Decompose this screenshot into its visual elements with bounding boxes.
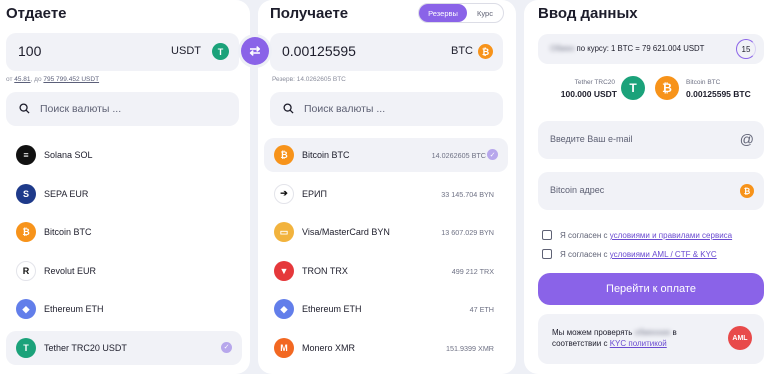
list-item-label: Tether TRC20 USDT	[44, 342, 127, 353]
give-amount-field[interactable]: 100 USDT T	[6, 33, 239, 71]
give-search-placeholder: Поиск валюты ...	[40, 103, 122, 115]
swap-button[interactable]: ⇄	[241, 37, 269, 65]
list-item-reserve: 13 607.029 BYN	[441, 228, 494, 237]
list-item-label: Ethereum ETH	[302, 304, 362, 314]
get-amount-field[interactable]: 0.00125595 BTC ₿	[270, 33, 503, 71]
list-item[interactable]: T Tether TRC20 USDT ✓	[6, 330, 242, 365]
list-item[interactable]: ₿ Bitcoin BTC	[6, 215, 242, 249]
tether-icon: T	[621, 76, 645, 100]
tron-icon: ▼	[274, 260, 294, 281]
pay-button[interactable]: Перейти к оплате	[538, 273, 764, 305]
list-item-reserve: 47 ETH	[469, 305, 494, 314]
to-label: Bitcoin BTC	[686, 79, 721, 86]
give-currency-label: USDT	[171, 45, 201, 57]
list-item[interactable]: R Revolut EUR	[6, 254, 242, 288]
countdown-timer: 15	[736, 39, 756, 59]
give-amount-input[interactable]: 100	[18, 43, 41, 59]
email-placeholder: Введите Ваш e-mail	[550, 134, 633, 144]
rate-text: по курсу: 1 BTC = 79 621.004 USDT	[576, 44, 705, 53]
from-label: Tether TRC20	[574, 79, 615, 86]
list-item-label: Bitcoin BTC	[44, 227, 92, 237]
list-item-label: Solana SOL	[44, 150, 93, 160]
list-item[interactable]: ◆ Ethereum ETH 47 ETH	[264, 292, 508, 326]
give-title: Отдаете	[6, 5, 67, 22]
agree-rules-checkbox[interactable]	[542, 230, 552, 240]
list-item-reserve: 14.0262605 BTC	[431, 151, 486, 160]
rules-link[interactable]: условиями и правилами сервиса	[610, 231, 732, 240]
ethereum-icon: ◆	[274, 299, 294, 319]
bitcoin-icon: ₿	[478, 44, 493, 59]
erip-icon: ➔	[274, 183, 294, 204]
list-item-label: Visa/MasterCard BYN	[302, 227, 390, 237]
form-panel: Ввод данных Обмен по курсу: 1 BTC = 79 6…	[524, 0, 775, 374]
reserves-rate-toggle[interactable]: Резервы Курс	[418, 3, 504, 23]
aml-badge-icon: AML	[728, 326, 752, 350]
list-item[interactable]: ➔ ЕРИП 33 145.704 BYN	[264, 177, 508, 211]
list-item[interactable]: ▭ Visa/MasterCard BYN 13 607.029 BYN	[264, 215, 508, 249]
sepa-icon: S	[16, 183, 36, 204]
list-item-reserve: 151.9399 XMR	[446, 343, 494, 353]
list-item[interactable]: ≡ Solana SOL	[6, 138, 242, 172]
agree-rules-text: Я согласен с условиями и правилами серви…	[560, 231, 733, 240]
list-item[interactable]: ◆ Ethereum ETH	[6, 292, 242, 326]
toggle-reserves[interactable]: Резервы	[419, 4, 467, 22]
toggle-rate[interactable]: Курс	[467, 4, 503, 22]
get-search-placeholder: Поиск валюты ...	[304, 103, 386, 115]
kyc-policy-link[interactable]: KYC политикой	[610, 339, 667, 348]
list-item-label: SEPA EUR	[44, 188, 89, 199]
get-amount-input[interactable]: 0.00125595	[282, 43, 356, 59]
list-item[interactable]: ▼ TRON TRX 499 212 TRX	[264, 254, 508, 288]
email-field[interactable]: Введите Ваш e-mail @	[538, 121, 764, 159]
give-min-link[interactable]: 45.81	[14, 76, 30, 83]
get-search-input[interactable]: Поиск валюты ...	[270, 92, 503, 126]
rate-blurred: Обмен	[550, 44, 575, 53]
get-currency-label: BTC	[451, 45, 473, 57]
agree-aml-text: Я согласен с условиями AML / CTF & KYC	[560, 250, 717, 259]
list-item[interactable]: ₿ Bitcoin BTC 14.0262605 BTC ✓	[264, 138, 508, 172]
to-value: 0.00125595 BTC	[686, 89, 751, 99]
list-item-label: Monero XMR	[302, 342, 356, 353]
monero-icon: M	[274, 337, 294, 358]
kyc-notice: Мы можем проверять обменник в соответств…	[538, 314, 764, 364]
bitcoin-icon: ₿	[655, 76, 679, 100]
swap-arrows-icon: ⇄	[249, 43, 261, 58]
list-item-label: ЕРИП	[302, 188, 327, 199]
give-search-input[interactable]: Поиск валюты ...	[6, 92, 239, 126]
from-value: 100.000 USDT	[560, 89, 617, 99]
list-item-label: Bitcoin BTC	[302, 150, 350, 160]
bitcoin-icon: ₿	[274, 145, 294, 165]
list-item[interactable]: S SEPA EUR	[6, 177, 242, 211]
give-panel: Отдаете 100 USDT T от 45.81, до 795 799.…	[0, 0, 250, 374]
search-icon	[283, 103, 294, 114]
bitcoin-icon: ₿	[16, 222, 36, 242]
selected-check-icon: ✓	[221, 341, 232, 353]
give-max-link[interactable]: 795 799.452 USDT	[43, 76, 99, 83]
get-title: Получаете	[270, 5, 349, 22]
search-icon	[19, 103, 30, 114]
tether-icon: T	[16, 337, 36, 358]
bitcoin-icon: ₿	[740, 184, 754, 198]
at-icon: @	[739, 131, 754, 147]
give-limits: от 45.81, до 795 799.452 USDT	[6, 76, 100, 83]
btc-address-placeholder: Bitcoin адрес	[550, 185, 605, 195]
form-title: Ввод данных	[538, 5, 638, 22]
list-item-label: Revolut EUR	[44, 265, 97, 276]
revolut-icon: R	[16, 260, 36, 281]
get-panel: Получаете Резервы Курс 0.00125595 BTC ₿ …	[258, 0, 516, 374]
tether-icon: T	[212, 43, 229, 60]
list-item-reserve: 499 212 TRX	[451, 266, 494, 276]
list-item[interactable]: M Monero XMR 151.9399 XMR	[264, 331, 508, 365]
rate-info: Обмен по курсу: 1 BTC = 79 621.004 USDT …	[538, 34, 764, 64]
list-item-reserve: 33 145.704 BYN	[441, 189, 494, 199]
ethereum-icon: ◆	[16, 299, 36, 319]
aml-link[interactable]: условиями AML / CTF & KYC	[610, 250, 717, 259]
card-icon: ▭	[274, 222, 294, 242]
selected-check-icon: ✓	[487, 149, 498, 160]
list-item-label: TRON TRX	[302, 265, 348, 276]
solana-icon: ≡	[16, 145, 36, 165]
btc-address-field[interactable]: Bitcoin адрес ₿	[538, 172, 764, 210]
agree-aml-checkbox[interactable]	[542, 249, 552, 259]
get-reserve-note: Резерв: 14.0262605 BTC	[272, 76, 346, 83]
list-item-label: Ethereum ETH	[44, 304, 104, 314]
